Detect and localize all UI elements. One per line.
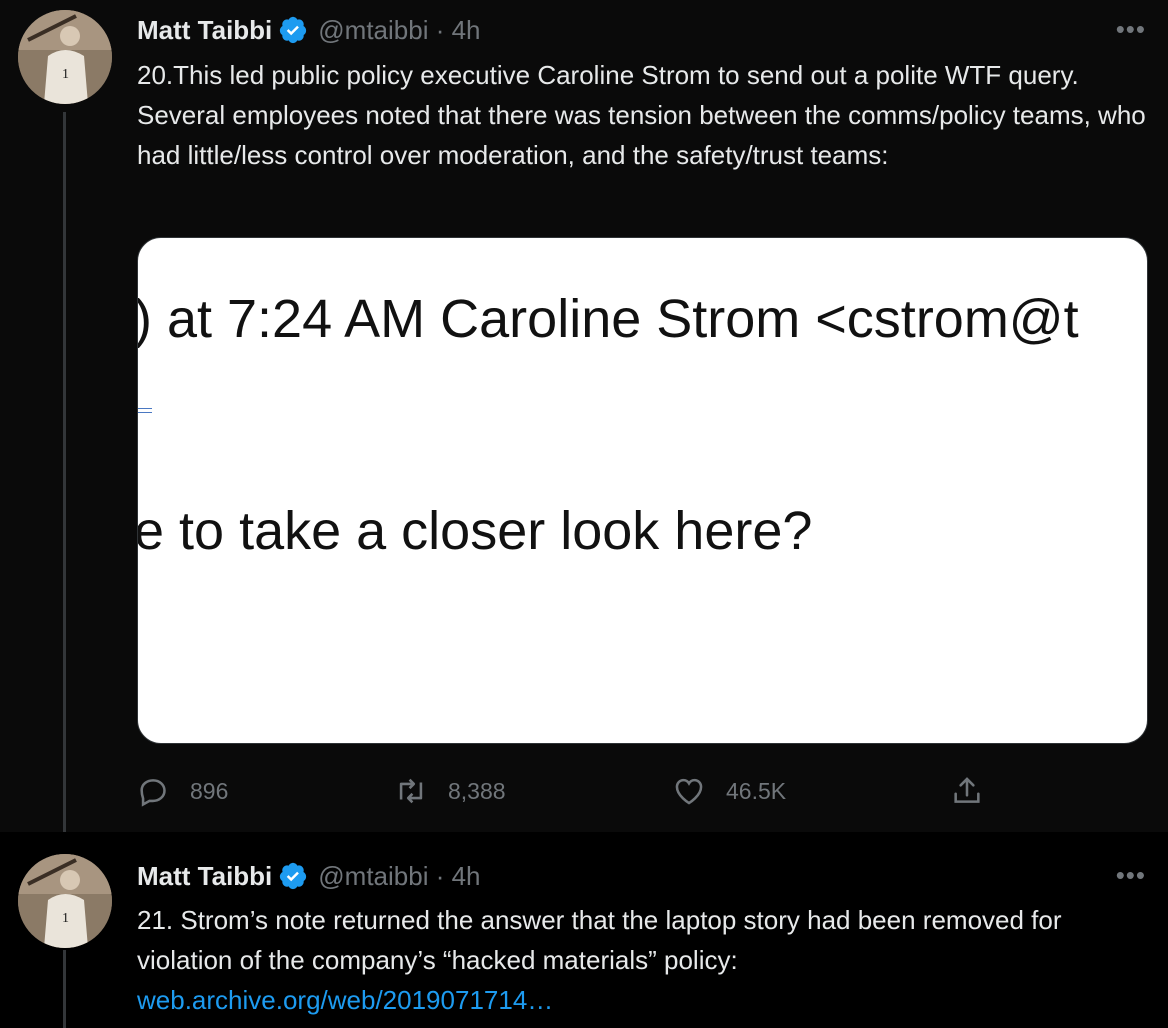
like-icon	[675, 778, 703, 805]
retweet-count: 8,388	[448, 777, 506, 804]
like-count: 46.5K	[726, 777, 787, 804]
tweet-image[interactable]: ) at 7:24 AM Caroline Strom <cstrom@t e …	[137, 237, 1148, 744]
verified-badge-icon	[280, 862, 307, 890]
tweet-text: 21. Strom’s note returned the answer tha…	[137, 900, 1147, 1020]
image-text-line-1: ) at 7:24 AM Caroline Strom <cstrom@t	[137, 289, 1079, 349]
tweet-21[interactable]: 1 Matt Taibbi @mtaibbi · 4h ••• 21. Stro…	[0, 832, 1168, 1028]
retweet-icon	[399, 778, 423, 804]
retweet-button[interactable]: 8,388	[394, 768, 506, 814]
image-text-line-2: e to take a closer look here?	[137, 501, 813, 561]
more-icon[interactable]: •••	[1116, 14, 1146, 45]
handle-and-time[interactable]: @mtaibbi · 4h	[318, 15, 480, 46]
avatar[interactable]: 1	[18, 854, 112, 948]
tweet-actions: 896 8,388 46.5K	[0, 768, 1168, 814]
verified-badge-icon	[280, 16, 307, 44]
reply-button[interactable]: 896	[136, 768, 228, 814]
handle-and-time[interactable]: @mtaibbi · 4h	[318, 861, 480, 892]
more-icon[interactable]: •••	[1116, 860, 1146, 891]
image-underline	[138, 408, 152, 409]
avatar[interactable]: 1	[18, 10, 112, 104]
share-icon	[954, 777, 980, 803]
author-name[interactable]: Matt Taibbi	[137, 861, 272, 892]
thread-line	[63, 112, 66, 832]
thread-line	[63, 950, 66, 1028]
author-name[interactable]: Matt Taibbi	[137, 15, 272, 46]
tweet-text: 20.This led public policy executive Caro…	[137, 60, 1146, 170]
svg-text:1: 1	[62, 911, 69, 926]
share-button[interactable]	[950, 768, 1004, 814]
avatar-image: 1	[18, 854, 112, 948]
reply-count: 896	[190, 777, 229, 804]
avatar-image: 1	[18, 10, 112, 104]
reply-icon	[140, 779, 166, 807]
tweet-20[interactable]: 1 Matt Taibbi @mtaibbi · 4h ••• 20.This …	[0, 0, 1168, 832]
tweet-text-body: 21. Strom’s note returned the answer tha…	[137, 905, 1062, 975]
svg-text:1: 1	[62, 67, 69, 82]
tweet-link[interactable]: web.archive.org/web/2019071714…	[137, 985, 553, 1015]
like-button[interactable]: 46.5K	[672, 768, 786, 814]
